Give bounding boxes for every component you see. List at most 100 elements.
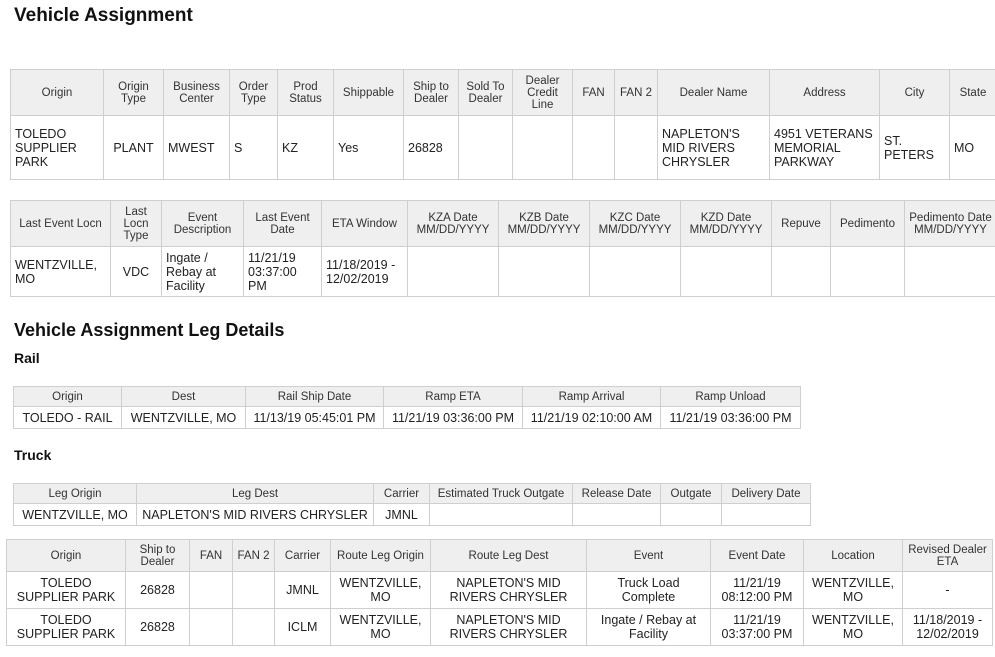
col-fan-2: FAN 2 [614,69,658,116]
cell-kzc-date [589,246,681,297]
col-release-date: Release Date [572,483,661,504]
col-estimated-truck-outgate: Estimated Truck Outgate [429,483,573,504]
cell-route-event: Ingate / Rebay at Facility [586,608,711,646]
cell-revised-dealer-eta: - [902,571,993,609]
col-event-description: Event Description [161,200,244,247]
col-route-carrier: Carrier [274,539,331,572]
cell-pedimento-date [904,246,995,297]
cell-route-fan-2 [232,571,275,609]
col-route-event: Event [586,539,711,572]
truck-section-title: Truck [14,447,52,463]
cell-leg-dest: NAPLETON'S MID RIVERS CHRYSLER [136,503,374,526]
cell-ship-to-dealer: 26828 [403,115,459,180]
col-last-locn-type: Last Locn Type [110,200,162,247]
col-city: City [879,69,950,116]
col-order-type: Order Type [229,69,278,116]
cell-fan-2 [614,115,658,180]
cell-origin: TOLEDO SUPPLIER PARK [10,115,104,180]
col-state: State [949,69,995,116]
cell-last-event-locn: WENTZVILLE, MO [10,246,111,297]
col-kzb-date: KZB Date MM/DD/YYYY [498,200,590,247]
col-ship-to-dealer: Ship to Dealer [403,69,459,116]
page-title: Vehicle Assignment [14,5,193,26]
col-ramp-unload: Ramp Unload [660,386,801,407]
col-leg-dest: Leg Dest [136,483,374,504]
cell-origin-type: PLANT [103,115,164,180]
cell-state: MO [949,115,995,180]
col-origin: Origin [10,69,104,116]
cell-release-date [572,503,661,526]
col-origin-type: Origin Type [103,69,164,116]
col-route-origin: Origin [6,539,126,572]
col-route-fan-2: FAN 2 [232,539,275,572]
cell-route-location: WENTZVILLE, MO [803,608,903,646]
route-table: Origin Ship to Dealer FAN FAN 2 Carrier … [6,539,993,646]
cell-order-type: S [229,115,278,180]
cell-route-carrier: ICLM [274,608,331,646]
cell-route-event-date: 11/21/19 08:12:00 PM [710,571,804,609]
cell-route-fan-2 [232,608,275,646]
cell-leg-origin: WENTZVILLE, MO [13,503,137,526]
col-last-event-date: Last Event Date [243,200,322,247]
col-pedimento-date: Pedimento Date MM/DD/YYYY [904,200,995,247]
table-row: TOLEDO SUPPLIER PARK 26828 JMNL WENTZVIL… [6,571,993,609]
cell-last-event-date: 11/21/19 03:37:00 PM [243,246,322,297]
table-row: TOLEDO SUPPLIER PARK 26828 ICLM WENTZVIL… [6,608,993,646]
cell-business-center: MWEST [163,115,230,180]
col-ramp-arrival: Ramp Arrival [522,386,661,407]
col-route-event-date: Event Date [710,539,804,572]
cell-route-location: WENTZVILLE, MO [803,571,903,609]
col-kzd-date: KZD Date MM/DD/YYYY [680,200,772,247]
rail-section-title: Rail [14,350,40,366]
cell-route-ship-to-dealer: 26828 [125,608,190,646]
table-row: WENTZVILLE, MO NAPLETON'S MID RIVERS CHR… [13,503,811,526]
cell-kza-date [407,246,499,297]
col-rail-origin: Origin [13,386,122,407]
col-route-leg-origin: Route Leg Origin [330,539,431,572]
col-delivery-date: Delivery Date [721,483,811,504]
cell-rail-ship-date: 11/13/19 05:45:01 PM [245,406,384,429]
cell-estimated-truck-outgate [429,503,573,526]
cell-last-locn-type: VDC [110,246,162,297]
cell-dealer-credit-line [512,115,573,180]
col-sold-to-dealer: Sold To Dealer [458,69,513,116]
table-row: TOLEDO SUPPLIER PARK PLANT MWEST S KZ Ye… [10,115,995,180]
col-revised-dealer-eta: Revised Dealer ETA [902,539,993,572]
cell-repuve [771,246,831,297]
cell-route-leg-origin: WENTZVILLE, MO [330,608,431,646]
cell-kzb-date [498,246,590,297]
cell-shippable: Yes [333,115,404,180]
col-dealer-credit-line: Dealer Credit Line [512,69,573,116]
cell-carrier: JMNL [373,503,430,526]
cell-address: 4951 VETERANS MEMORIAL PARKWAY [769,115,880,180]
col-shippable: Shippable [333,69,404,116]
col-prod-status: Prod Status [277,69,334,116]
col-outgate: Outgate [660,483,722,504]
col-last-event-locn: Last Event Locn [10,200,111,247]
cell-revised-dealer-eta: 11/18/2019 - 12/02/2019 [902,608,993,646]
col-route-fan: FAN [189,539,233,572]
cell-ramp-unload: 11/21/19 03:36:00 PM [660,406,801,429]
cell-rail-dest: WENTZVILLE, MO [121,406,246,429]
cell-ramp-eta: 11/21/19 03:36:00 PM [383,406,523,429]
cell-ramp-arrival: 11/21/19 02:10:00 AM [522,406,661,429]
cell-event-description: Ingate / Rebay at Facility [161,246,244,297]
cell-route-origin: TOLEDO SUPPLIER PARK [6,571,126,609]
cell-route-fan [189,571,233,609]
cell-route-fan [189,608,233,646]
cell-rail-origin: TOLEDO - RAIL [13,406,122,429]
cell-route-event: Truck Load Complete [586,571,711,609]
col-kzc-date: KZC Date MM/DD/YYYY [589,200,681,247]
leg-details-title: Vehicle Assignment Leg Details [14,320,285,340]
cell-route-carrier: JMNL [274,571,331,609]
col-route-ship-to-dealer: Ship to Dealer [125,539,190,572]
col-dealer-name: Dealer Name [657,69,770,116]
col-repuve: Repuve [771,200,831,247]
col-fan: FAN [572,69,615,116]
cell-route-origin: TOLEDO SUPPLIER PARK [6,608,126,646]
col-ramp-eta: Ramp ETA [383,386,523,407]
table-row: WENTZVILLE, MO VDC Ingate / Rebay at Fac… [10,246,995,297]
cell-pedimento [830,246,905,297]
cell-kzd-date [680,246,772,297]
cell-dealer-name: NAPLETON'S MID RIVERS CHRYSLER [657,115,770,180]
